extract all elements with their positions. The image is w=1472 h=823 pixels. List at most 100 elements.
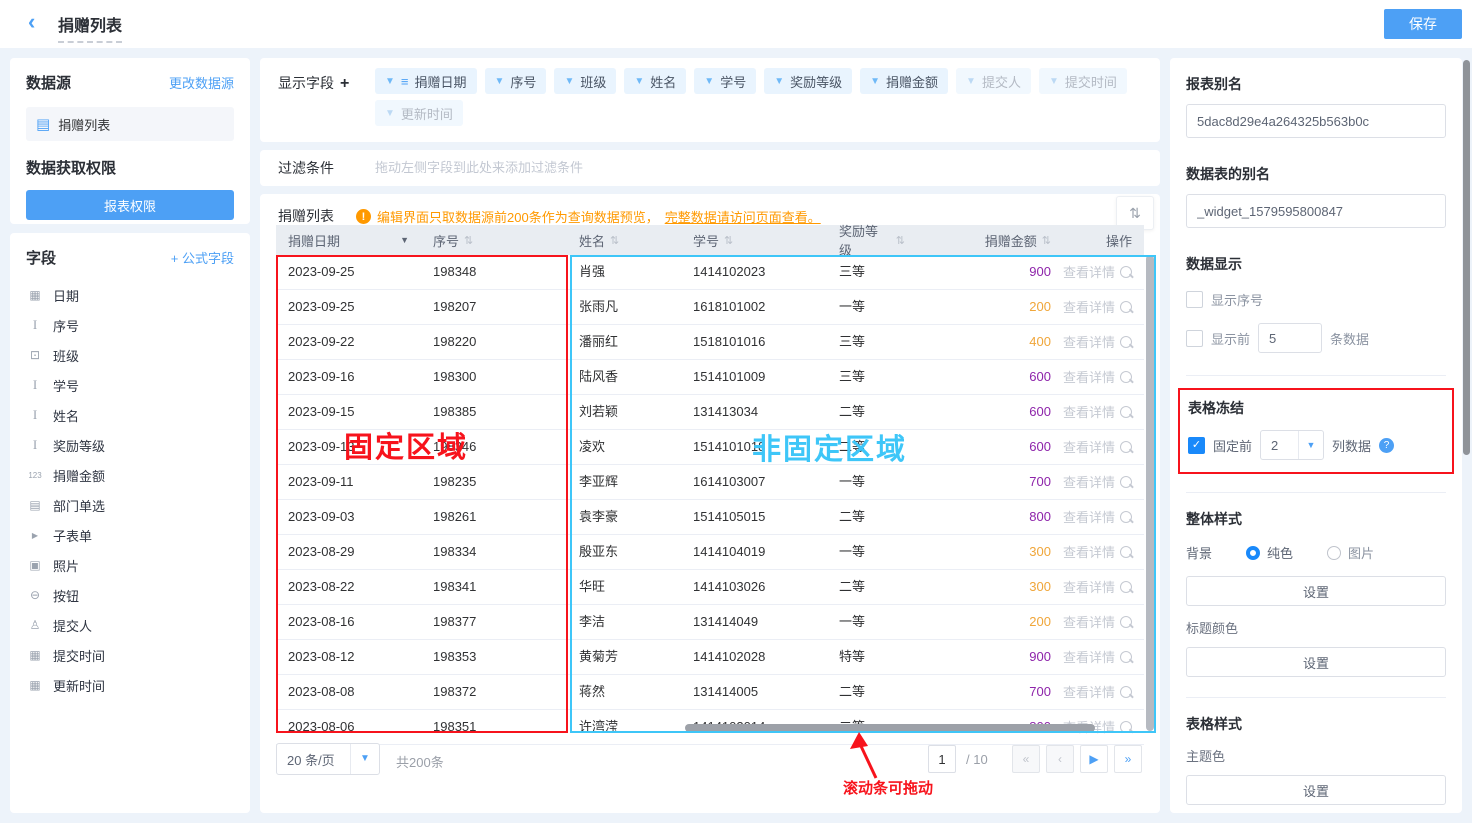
field-item-部门单选[interactable]: ▤部门单选 [26, 490, 234, 520]
field-item-班级[interactable]: ⊡班级 [26, 340, 234, 370]
magnifier-icon[interactable] [1120, 651, 1132, 663]
chevron-down-icon[interactable]: ▼ [966, 76, 976, 87]
sort-arrows-icon[interactable]: ⇅ [896, 234, 905, 247]
view-detail-link[interactable]: 查看详情 [1063, 430, 1144, 464]
freeze-count-select[interactable]: 2 ▼ [1260, 430, 1324, 460]
notice-link[interactable]: 完整数据请访问页面查看。 [665, 207, 821, 226]
field-chip-捐赠日期[interactable]: ▼≡捐赠日期 [375, 68, 477, 94]
panel-scrollbar-thumb[interactable] [1463, 60, 1470, 455]
datasource-item[interactable]: ▤ 捐赠列表 [26, 107, 234, 141]
show-index-checkbox[interactable] [1186, 291, 1203, 308]
magnifier-icon[interactable] [1120, 406, 1132, 418]
chevron-down-icon[interactable]: ▼ [1049, 76, 1059, 87]
view-detail-link[interactable]: 查看详情 [1063, 605, 1144, 639]
chevron-down-icon[interactable]: ▼ [495, 76, 505, 87]
image-radio[interactable] [1327, 546, 1341, 560]
magnifier-icon[interactable] [1120, 266, 1132, 278]
report-permission-button[interactable]: 报表权限 [26, 190, 234, 220]
field-item-子表单[interactable]: ▶子表单 [26, 520, 234, 550]
field-chip-提交时间[interactable]: ▼提交时间 [1039, 68, 1127, 94]
field-chip-捐赠金额[interactable]: ▼捐赠金额 [860, 68, 948, 94]
sort-arrows-icon[interactable]: ⇅ [1042, 234, 1051, 247]
field-chip-学号[interactable]: ▼学号 [694, 68, 756, 94]
chevron-down-icon[interactable]: ▼ [870, 76, 880, 87]
magnifier-icon[interactable] [1120, 546, 1132, 558]
sort-arrows-icon[interactable]: ⇅ [724, 234, 733, 247]
field-chip-班级[interactable]: ▼班级 [554, 68, 616, 94]
chevron-down-icon[interactable]: ▼ [774, 76, 784, 87]
background-set-button[interactable]: 设置 [1186, 576, 1446, 606]
magnifier-icon[interactable] [1120, 581, 1132, 593]
magnifier-icon[interactable] [1120, 721, 1132, 733]
first-page-button[interactable]: « [1012, 745, 1040, 773]
horizontal-scrollbar-thumb[interactable] [685, 724, 1095, 732]
page-number-input[interactable] [928, 745, 956, 773]
view-detail-link[interactable]: 查看详情 [1063, 500, 1144, 534]
field-chip-更新时间[interactable]: ▼更新时间 [375, 100, 463, 126]
previous-page-button[interactable]: ‹ [1046, 745, 1074, 773]
field-chip-提交人[interactable]: ▼提交人 [956, 68, 1031, 94]
field-item-序号[interactable]: I序号 [26, 310, 234, 340]
filter-dropzone[interactable]: 拖动左侧字段到此处来添加过滤条件 [375, 150, 583, 186]
field-item-奖励等级[interactable]: I奖励等级 [26, 430, 234, 460]
view-detail-link[interactable]: 查看详情 [1063, 395, 1144, 429]
magnifier-icon[interactable] [1120, 371, 1132, 383]
field-chip-姓名[interactable]: ▼姓名 [624, 68, 686, 94]
field-item-姓名[interactable]: I姓名 [26, 400, 234, 430]
column-header-奖励等级[interactable]: 奖励等级⇅ [827, 225, 917, 255]
view-detail-link[interactable]: 查看详情 [1063, 570, 1144, 604]
filter-caret-icon[interactable]: ▼ [400, 235, 409, 245]
solid-color-radio[interactable] [1246, 546, 1260, 560]
sort-arrows-icon[interactable]: ⇅ [610, 234, 619, 247]
help-icon[interactable]: ? [1379, 438, 1394, 453]
magnifier-icon[interactable] [1120, 616, 1132, 628]
change-datasource-link[interactable]: 更改数据源 [169, 73, 234, 92]
view-detail-link[interactable]: 查看详情 [1063, 535, 1144, 569]
table-alias-input[interactable] [1186, 194, 1446, 228]
magnifier-icon[interactable] [1120, 301, 1132, 313]
field-item-更新时间[interactable]: ▦更新时间 [26, 670, 234, 700]
chevron-down-icon[interactable]: ▼ [704, 76, 714, 87]
magnifier-icon[interactable] [1120, 336, 1132, 348]
magnifier-icon[interactable] [1120, 476, 1132, 488]
field-item-提交人[interactable]: ♙提交人 [26, 610, 234, 640]
column-header-学号[interactable]: 学号⇅ [681, 225, 827, 255]
chevron-down-icon[interactable]: ▼ [385, 76, 395, 87]
field-chip-序号[interactable]: ▼序号 [485, 68, 547, 94]
chevron-down-icon[interactable]: ▼ [634, 76, 644, 87]
show-first-count-input[interactable] [1258, 323, 1322, 353]
save-button[interactable]: 保存 [1384, 9, 1462, 39]
last-page-button[interactable]: » [1114, 745, 1142, 773]
view-detail-link[interactable]: 查看详情 [1063, 675, 1144, 709]
view-detail-link[interactable]: 查看详情 [1063, 360, 1144, 394]
view-detail-link[interactable]: 查看详情 [1063, 255, 1144, 289]
view-detail-link[interactable]: 查看详情 [1063, 325, 1144, 359]
view-detail-link[interactable]: 查看详情 [1063, 465, 1144, 499]
theme-color-set-button[interactable]: 设置 [1186, 775, 1446, 805]
back-button[interactable]: ‹ [28, 11, 35, 33]
view-detail-link[interactable]: 查看详情 [1063, 290, 1144, 324]
field-item-按钮[interactable]: ⊖按钮 [26, 580, 234, 610]
column-header-序号[interactable]: 序号⇅ [421, 225, 567, 255]
add-formula-field-link[interactable]: + 公式字段 [171, 248, 234, 267]
chevron-down-icon[interactable]: ▼ [564, 76, 574, 87]
show-first-checkbox[interactable] [1186, 330, 1203, 347]
sort-arrows-icon[interactable]: ⇅ [464, 234, 473, 247]
title-color-set-button[interactable]: 设置 [1186, 647, 1446, 677]
add-field-icon[interactable]: + [340, 75, 349, 92]
vertical-scrollbar-thumb[interactable] [1146, 255, 1154, 731]
field-item-学号[interactable]: I学号 [26, 370, 234, 400]
field-item-日期[interactable]: ▦日期 [26, 280, 234, 310]
column-header-捐赠日期[interactable]: 捐赠日期▼ [276, 225, 421, 255]
page-size-select[interactable]: 20 条/页 ▼ [276, 743, 380, 775]
magnifier-icon[interactable] [1120, 686, 1132, 698]
magnifier-icon[interactable] [1120, 511, 1132, 523]
next-page-button[interactable]: ▶ [1080, 745, 1108, 773]
column-header-捐赠金额[interactable]: 捐赠金额⇅ [917, 225, 1063, 255]
report-alias-input[interactable] [1186, 104, 1446, 138]
field-item-提交时间[interactable]: ▦提交时间 [26, 640, 234, 670]
magnifier-icon[interactable] [1120, 441, 1132, 453]
field-chip-奖励等级[interactable]: ▼奖励等级 [764, 68, 852, 94]
chevron-down-icon[interactable]: ▼ [385, 108, 395, 119]
freeze-checkbox[interactable]: ✓ [1188, 437, 1205, 454]
